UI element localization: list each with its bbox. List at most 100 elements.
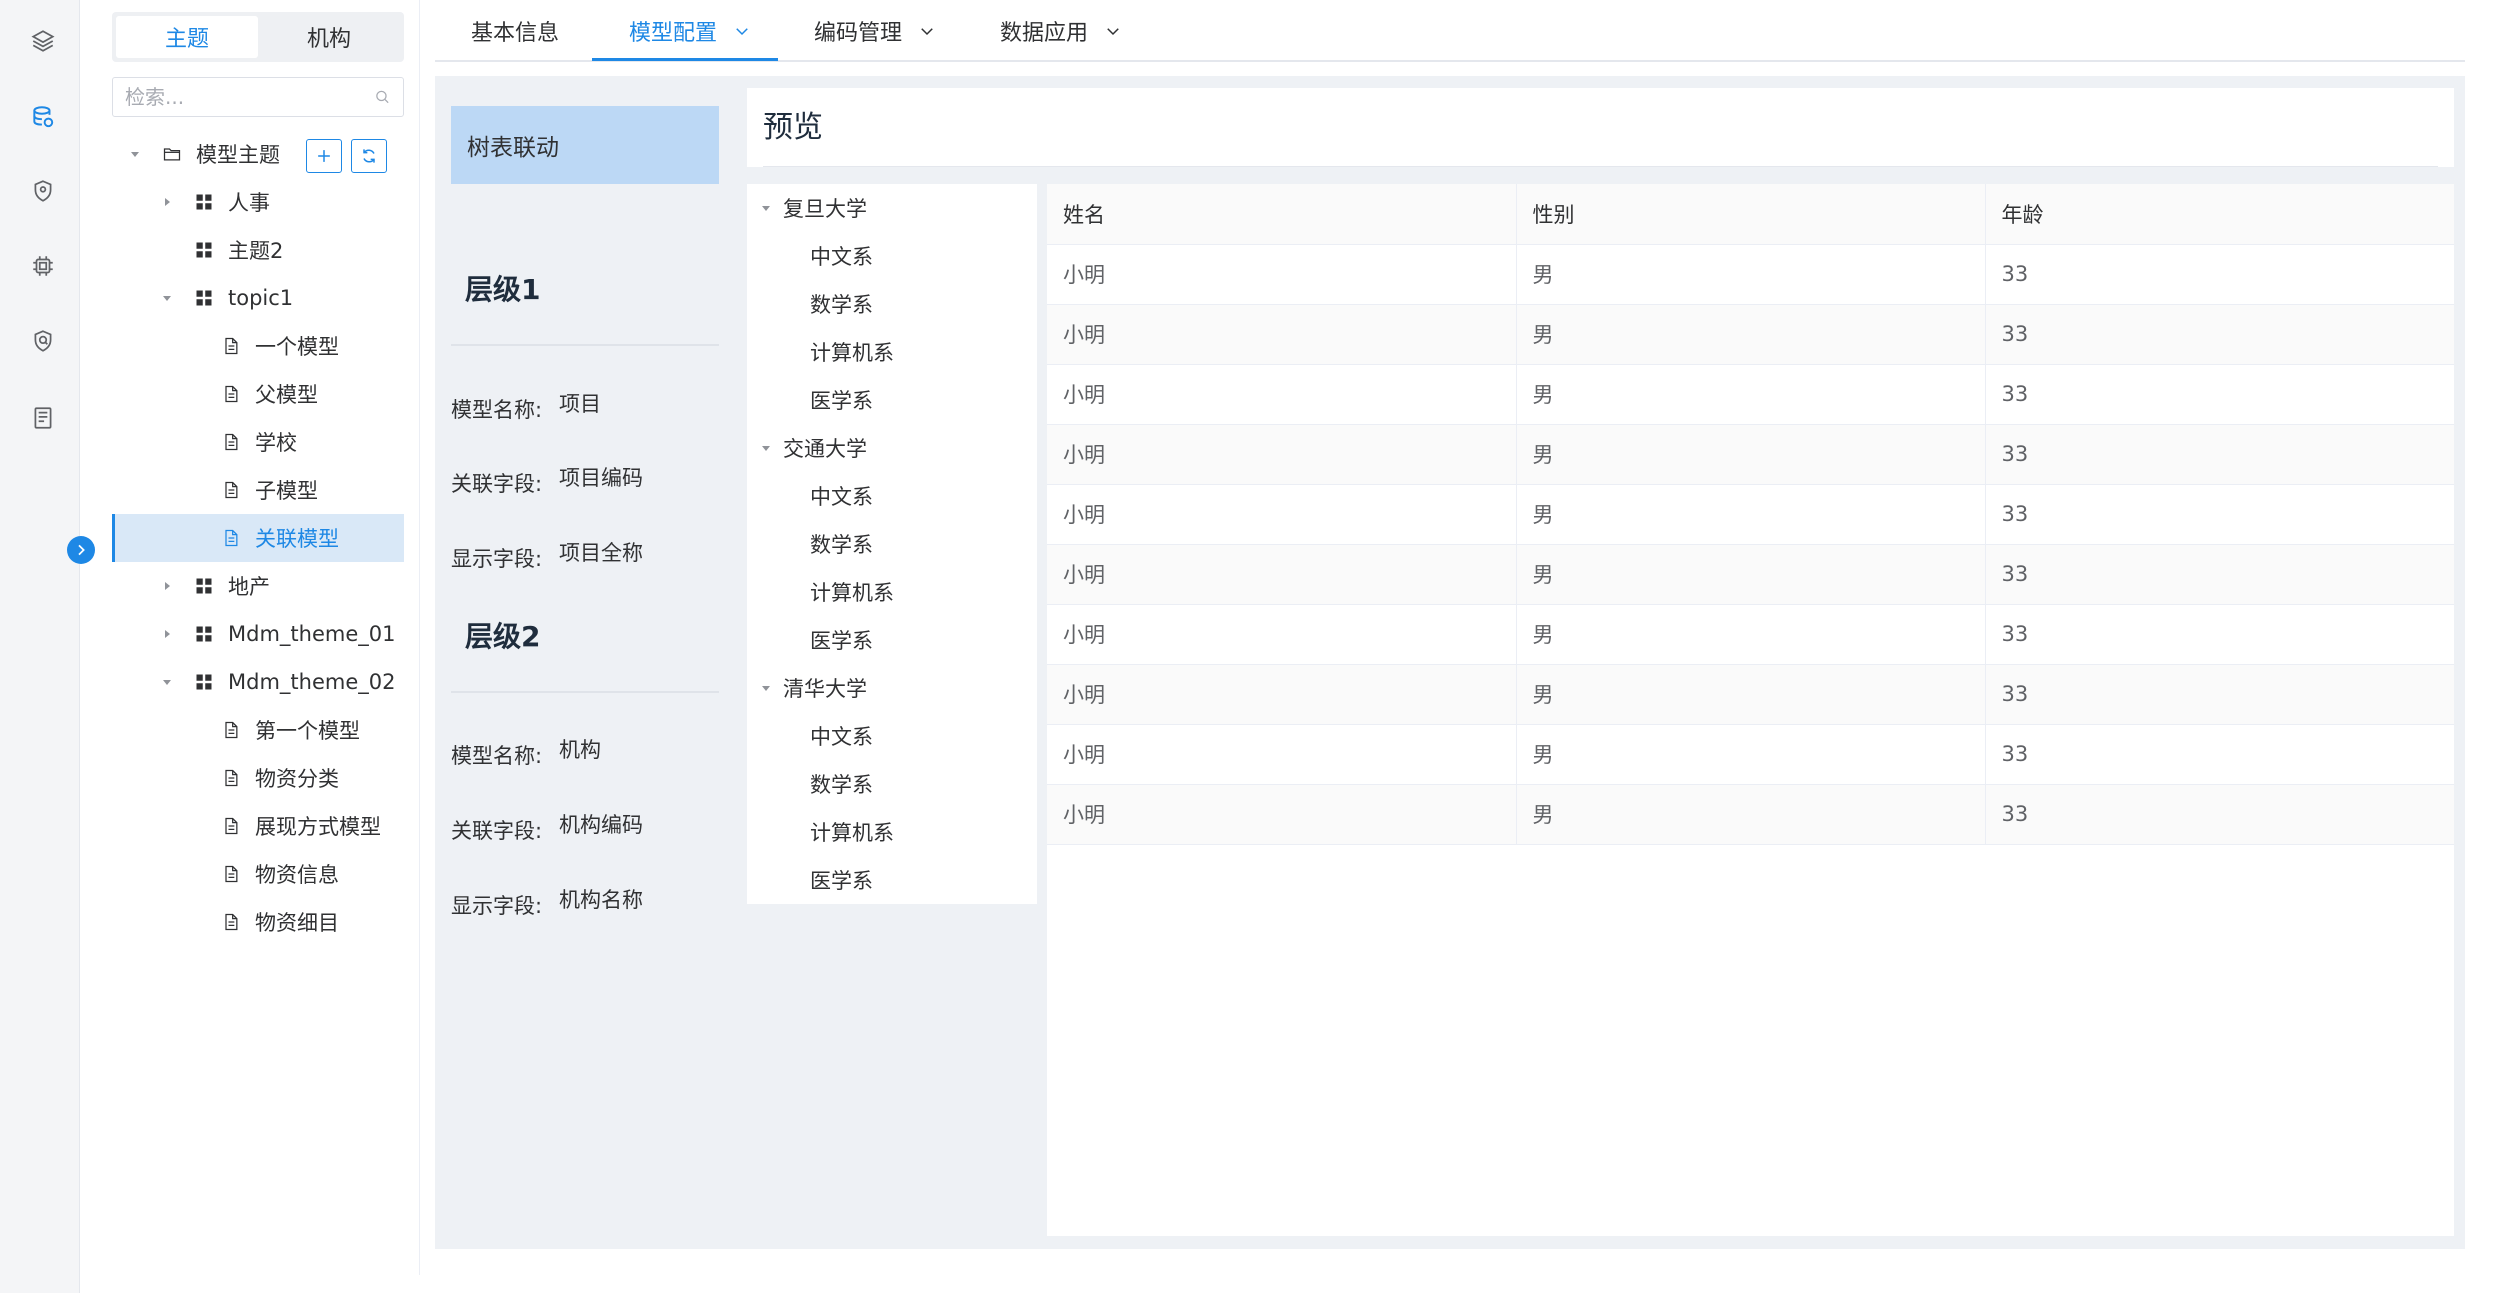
org-tree-node[interactable]: 复旦大学 — [747, 184, 1037, 232]
column-header[interactable]: 年龄 — [1985, 184, 2454, 245]
collapse-toggle-button[interactable] — [67, 536, 95, 564]
tree-node[interactable]: 父模型 — [112, 370, 404, 418]
caret-down-icon[interactable] — [759, 681, 773, 695]
table-cell: 33 — [1985, 244, 2454, 305]
refresh-tree-button[interactable] — [351, 139, 387, 173]
tab-label: 基本信息 — [471, 21, 560, 46]
table-row[interactable]: 小明男 33 — [1047, 544, 2454, 605]
org-tree-leaf-label: 中文系 — [810, 725, 873, 749]
org-tree-leaf[interactable]: 数学系 — [747, 280, 1037, 328]
table-cell: 33 — [1985, 424, 2454, 485]
tree-node[interactable]: 展现方式模型 — [112, 802, 404, 850]
tree-node-label: 主题2 — [228, 239, 284, 263]
tab-data-application[interactable]: 数据应用 — [1000, 0, 1122, 62]
tab-code-management[interactable]: 编码管理 — [814, 0, 936, 62]
tree-node[interactable]: 第一个模型 — [112, 706, 404, 754]
caret-right-icon[interactable] — [160, 195, 174, 209]
chip-icon[interactable] — [24, 247, 62, 285]
tree-node[interactable]: 子模型 — [112, 466, 404, 514]
location-shield-icon[interactable] — [24, 172, 62, 210]
database-icon[interactable] — [24, 98, 62, 136]
caret-right-icon[interactable] — [160, 627, 174, 641]
tab-basic-info[interactable]: 基本信息 — [471, 0, 559, 62]
column-header[interactable]: 姓名 — [1047, 184, 1517, 245]
tab-label: 模型配置 — [629, 21, 718, 46]
org-tree-leaf[interactable]: 医学系 — [747, 856, 1037, 904]
org-tree-leaf-label: 医学系 — [810, 389, 873, 413]
tree-node[interactable]: 学校 — [112, 418, 404, 466]
tree-node[interactable]: 物资细目 — [112, 898, 404, 946]
document-icon — [221, 336, 241, 356]
table-row[interactable]: 小明男 33 — [1047, 304, 2454, 365]
tree-node[interactable]: topic1 — [112, 274, 404, 322]
org-tree-leaf[interactable]: 中文系 — [747, 472, 1037, 520]
table-row[interactable]: 小明男 33 — [1047, 784, 2454, 845]
caret-down-icon[interactable] — [160, 675, 174, 689]
tree-node-label: 物资信息 — [255, 863, 339, 887]
tree-node[interactable]: 人事 — [112, 178, 404, 226]
org-tree-leaf-label: 医学系 — [810, 629, 873, 653]
table-cell: 33 — [1985, 784, 2454, 845]
caret-down-icon[interactable] — [128, 147, 142, 161]
table-row[interactable]: 小明男 33 — [1047, 424, 2454, 485]
caret-right-icon[interactable] — [160, 579, 174, 593]
caret-down-icon[interactable] — [160, 291, 174, 305]
org-tree-leaf-label: 医学系 — [810, 869, 873, 893]
table-cell: 男 — [1516, 244, 1986, 305]
search-icon[interactable] — [374, 88, 391, 106]
table-cell: 33 — [1985, 664, 2454, 725]
table-row[interactable]: 小明男 33 — [1047, 724, 2454, 785]
org-tree-leaf[interactable]: 数学系 — [747, 520, 1037, 568]
table-row[interactable]: 小明男 33 — [1047, 244, 2454, 305]
tree-node-label: 模型主题 — [196, 143, 280, 167]
org-tree-leaf[interactable]: 医学系 — [747, 376, 1037, 424]
tree-node[interactable]: 物资分类 — [112, 754, 404, 802]
table-row[interactable]: 小明男 33 — [1047, 484, 2454, 545]
segment-theme[interactable]: 主题 — [116, 16, 258, 58]
org-tree-leaf[interactable]: 数学系 — [747, 760, 1037, 808]
document-icon — [221, 528, 241, 548]
field-value: 机构编码 — [559, 813, 643, 837]
segment-organization[interactable]: 机构 — [258, 16, 400, 58]
tree-node-label: 物资细目 — [255, 911, 339, 935]
org-tree-leaf[interactable]: 医学系 — [747, 616, 1037, 664]
layers-icon[interactable] — [24, 22, 62, 60]
org-tree-node-label: 交通大学 — [783, 437, 867, 461]
tree-node[interactable]: Mdm_theme_01 — [112, 610, 404, 658]
table-cell: 小明 — [1047, 604, 1517, 665]
table-row[interactable]: 小明男 33 — [1047, 604, 2454, 665]
table-row[interactable]: 小明男 33 — [1047, 664, 2454, 725]
tree-node[interactable]: 物资信息 — [112, 850, 404, 898]
table-cell: 33 — [1985, 304, 2454, 365]
tab-model-config[interactable]: 模型配置 — [629, 0, 751, 62]
tree-node[interactable]: Mdm_theme_02 — [112, 658, 404, 706]
document-icon — [221, 768, 241, 788]
caret-down-icon[interactable] — [759, 201, 773, 215]
field-value: 项目全称 — [559, 541, 643, 565]
tree-node[interactable]: 地产 — [112, 562, 404, 610]
caret-down-icon[interactable] — [759, 441, 773, 455]
org-tree-leaf[interactable]: 中文系 — [747, 712, 1037, 760]
column-header[interactable]: 性别 — [1516, 184, 1986, 245]
org-tree-leaf[interactable]: 计算机系 — [747, 808, 1037, 856]
tree-node-label: 父模型 — [255, 383, 318, 407]
security-shield-icon[interactable] — [24, 322, 62, 360]
org-tree-leaf[interactable]: 中文系 — [747, 232, 1037, 280]
tree-node[interactable]: 主题2 — [112, 226, 404, 274]
preview-header: 预览 — [747, 88, 2454, 167]
tree-node[interactable]: 一个模型 — [112, 322, 404, 370]
level-1-title: 层级1 — [465, 273, 541, 306]
document-icon — [221, 480, 241, 500]
table-row[interactable]: 小明男 33 — [1047, 364, 2454, 425]
tree-node-label: 人事 — [228, 191, 270, 215]
add-node-button[interactable] — [306, 139, 342, 173]
org-tree-node[interactable]: 交通大学 — [747, 424, 1037, 472]
org-tree-leaf[interactable]: 计算机系 — [747, 328, 1037, 376]
tree-node[interactable]: 关联模型 — [112, 514, 404, 562]
org-tree-node[interactable]: 清华大学 — [747, 664, 1037, 712]
tree-search-input[interactable] — [125, 85, 374, 109]
app-window: 主题 机构 模型主题人事主题2 topic1 一个模型父模型学校子模型关联模型地产 M… — [0, 0, 2497, 1293]
org-tree-leaf[interactable]: 计算机系 — [747, 568, 1037, 616]
config-mode-title[interactable]: 树表联动 — [451, 106, 719, 184]
document-list-icon[interactable] — [24, 399, 62, 437]
